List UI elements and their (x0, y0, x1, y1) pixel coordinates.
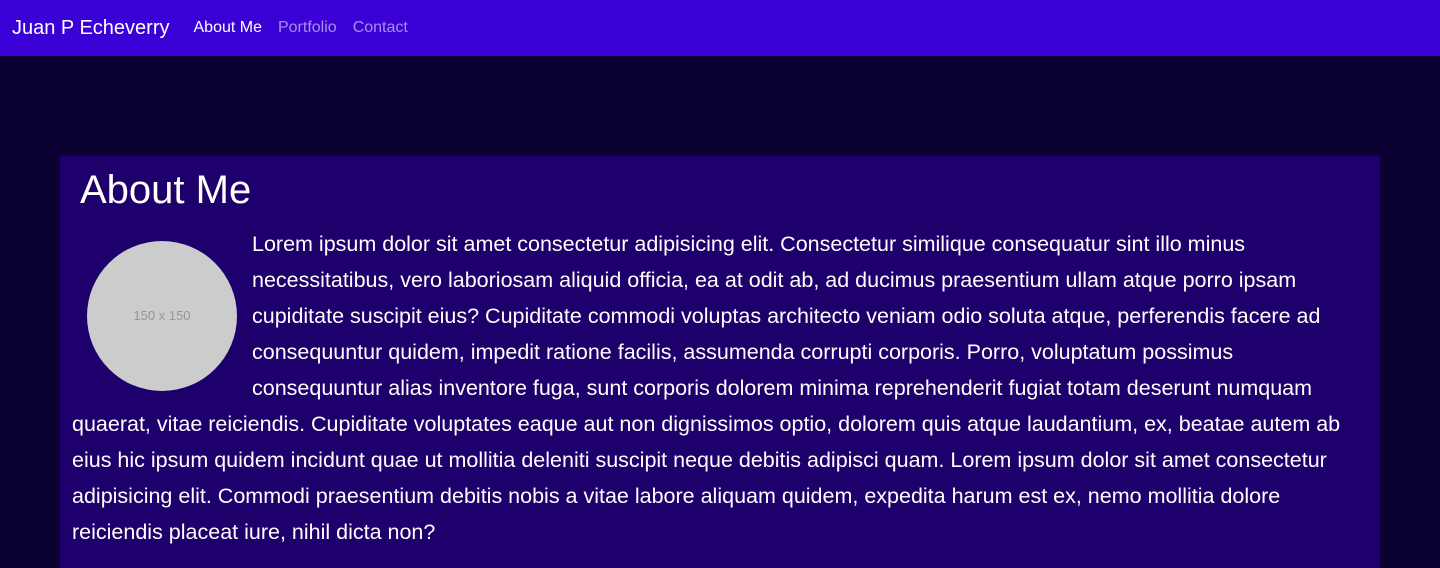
nav-link-about-me[interactable]: About Me (194, 19, 262, 37)
nav-link-portfolio[interactable]: Portfolio (278, 19, 337, 37)
about-me-text: Lorem ipsum dolor sit amet consectetur a… (72, 232, 1341, 544)
avatar-placeholder-label: 150 x 150 (133, 308, 191, 323)
about-me-paragraph: 150 x 150 Lorem ipsum dolor sit amet con… (72, 226, 1368, 550)
top-navbar: Juan P Echeverry About Me Portfolio Cont… (0, 0, 1440, 56)
avatar-placeholder-image: 150 x 150 (87, 241, 237, 391)
brand-link[interactable]: Juan P Echeverry (12, 17, 170, 40)
about-me-card: About Me 150 x 150 Lorem ipsum dolor sit… (60, 156, 1380, 568)
about-me-heading: About Me (80, 168, 252, 212)
nav-link-contact[interactable]: Contact (353, 19, 408, 37)
